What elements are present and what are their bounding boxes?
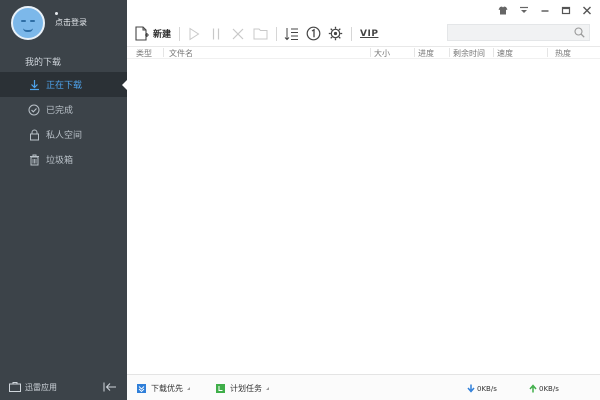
- scheduled-tasks-button[interactable]: 计划任务: [216, 383, 269, 394]
- minimize-icon[interactable]: [540, 5, 550, 15]
- search-input[interactable]: [447, 24, 590, 41]
- column-header-speed[interactable]: 速度: [497, 48, 513, 59]
- sidebar-item-completed[interactable]: 已完成: [0, 97, 127, 122]
- column-header-remaining-time[interactable]: 剩余时间: [453, 48, 485, 59]
- avatar-mouth: [23, 28, 33, 32]
- start-button[interactable]: [186, 26, 202, 42]
- maximize-icon[interactable]: [561, 5, 571, 15]
- sidebar-item-downloading[interactable]: 正在下载: [0, 72, 127, 97]
- sidebar-item-label: 私人空间: [46, 131, 83, 141]
- sidebar: 点击登录 我的下载 正在下载 已完成 私人空间 垃圾箱 迅雷应用: [0, 0, 127, 400]
- avatar-eye-right: [30, 20, 35, 22]
- lock-icon: [28, 129, 40, 141]
- table-header: 类型 文件名 大小 进度 剩余时间 速度 热度: [127, 46, 600, 59]
- download-speed-value: 0KB/s: [477, 384, 497, 393]
- dropdown-corner-icon: [187, 387, 190, 390]
- sidebar-item-trash[interactable]: 垃圾箱: [0, 147, 127, 172]
- column-header-popularity[interactable]: 热度: [555, 48, 571, 59]
- download-icon: [28, 79, 40, 91]
- column-divider: [493, 48, 494, 57]
- avatar[interactable]: [11, 6, 45, 40]
- download-priority-label: 下载优先: [151, 384, 183, 393]
- column-header-size[interactable]: 大小: [374, 48, 390, 59]
- window-controls: [498, 5, 592, 15]
- settings-button[interactable]: [327, 26, 343, 42]
- login-link[interactable]: 点击登录: [55, 17, 87, 28]
- avatar-eye-left: [21, 20, 26, 22]
- close-icon[interactable]: [582, 5, 592, 15]
- download-priority-button[interactable]: 下载优先: [137, 383, 190, 394]
- dropdown-corner-icon: [266, 387, 269, 390]
- pause-button[interactable]: [208, 26, 224, 42]
- collapse-sidebar-icon[interactable]: [103, 382, 117, 392]
- new-task-button[interactable]: 新建: [135, 26, 171, 41]
- apps-icon: [9, 382, 21, 392]
- login-indicator: [55, 12, 58, 15]
- toolbar: 新建 VIP: [127, 21, 600, 46]
- search-icon[interactable]: [574, 27, 585, 38]
- sidebar-item-label: 正在下载: [46, 81, 83, 91]
- column-divider: [414, 48, 415, 57]
- download-priority-icon: [137, 384, 146, 393]
- download-speed: 0KB/s: [467, 384, 497, 393]
- open-folder-button[interactable]: [252, 26, 268, 42]
- vip-button[interactable]: VIP: [360, 29, 378, 39]
- new-file-icon: [135, 26, 149, 41]
- apps-label: 迅雷应用: [25, 382, 57, 392]
- column-divider: [370, 48, 371, 57]
- sort-button[interactable]: [283, 26, 299, 42]
- sidebar-item-label: 垃圾箱: [46, 156, 74, 166]
- task-list: [127, 59, 600, 374]
- arrow-up-icon: [529, 384, 537, 393]
- trash-icon: [28, 154, 40, 166]
- column-divider: [449, 48, 450, 57]
- new-task-label: 新建: [153, 30, 172, 40]
- upload-speed-value: 0KB/s: [539, 384, 559, 393]
- column-header-filename[interactable]: 文件名: [169, 48, 193, 59]
- column-divider: [547, 48, 548, 57]
- menu-icon[interactable]: [519, 5, 529, 15]
- toolbar-divider: [351, 26, 353, 41]
- sidebar-item-private-space[interactable]: 私人空间: [0, 122, 127, 147]
- main-panel: 新建 VIP 类型 文件名 大小 进度 剩余时间 速度 热度 下载优先 计划任务…: [127, 0, 600, 400]
- status-bar: 下载优先 计划任务 0KB/s 0KB/s: [127, 374, 600, 400]
- check-circle-icon: [28, 104, 40, 116]
- upload-speed: 0KB/s: [529, 384, 559, 393]
- section-title: 我的下载: [25, 58, 62, 68]
- toolbar-divider: [276, 26, 278, 41]
- limit-speed-button[interactable]: [305, 26, 321, 42]
- column-header-type[interactable]: 类型: [136, 48, 152, 59]
- schedule-icon: [216, 384, 225, 393]
- toolbar-divider: [179, 26, 181, 41]
- sidebar-item-label: 已完成: [46, 106, 74, 116]
- arrow-down-icon: [467, 384, 475, 393]
- delete-button[interactable]: [230, 26, 246, 42]
- skin-icon[interactable]: [498, 5, 508, 15]
- column-divider: [163, 48, 164, 57]
- column-header-progress[interactable]: 进度: [418, 48, 434, 59]
- scheduled-tasks-label: 计划任务: [230, 384, 262, 393]
